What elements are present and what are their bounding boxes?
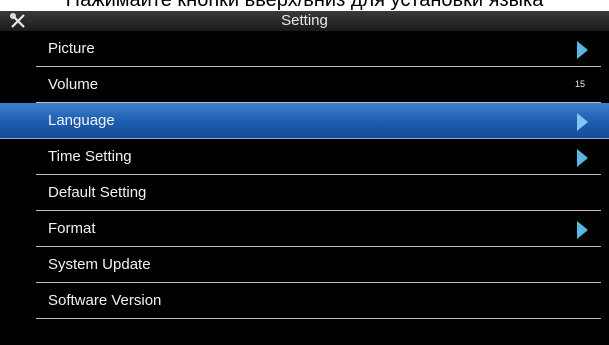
chevron-right-icon	[577, 113, 588, 131]
menu-item-software-version[interactable]: Software Version	[36, 283, 601, 319]
menu-item-volume[interactable]: Volume 15	[36, 67, 601, 103]
tools-icon	[10, 13, 25, 28]
menu-item-label: Format	[48, 220, 96, 237]
chevron-right-icon	[577, 221, 588, 239]
menu-item-label: Software Version	[48, 292, 162, 309]
settings-menu: Picture Volume 15 Language Time Setting …	[0, 31, 609, 319]
title-bar: Setting	[0, 11, 609, 31]
menu-item-system-update[interactable]: System Update	[36, 247, 601, 283]
menu-item-label: Default Setting	[48, 184, 147, 201]
menu-item-label: Time Setting	[48, 148, 132, 165]
menu-item-time-setting[interactable]: Time Setting	[36, 139, 601, 175]
chevron-right-icon	[577, 149, 588, 167]
menu-item-picture[interactable]: Picture	[36, 31, 601, 67]
menu-item-format[interactable]: Format	[36, 211, 601, 247]
menu-item-label: Volume	[48, 76, 99, 93]
menu-item-label: Picture	[48, 40, 95, 57]
volume-value: 15	[574, 79, 585, 89]
menu-item-label: Language	[48, 112, 115, 129]
instruction-caption: Нажимайте кнопки вверх/вниз для установк…	[65, 0, 544, 11]
settings-screen: Setting Picture Volume 15 Language Time …	[0, 11, 609, 345]
menu-item-default-setting[interactable]: Default Setting	[36, 175, 601, 211]
menu-item-label: System Update	[48, 256, 151, 273]
menu-item-language[interactable]: Language	[0, 103, 609, 139]
chevron-right-icon	[577, 41, 588, 59]
window-title: Setting	[281, 12, 328, 29]
